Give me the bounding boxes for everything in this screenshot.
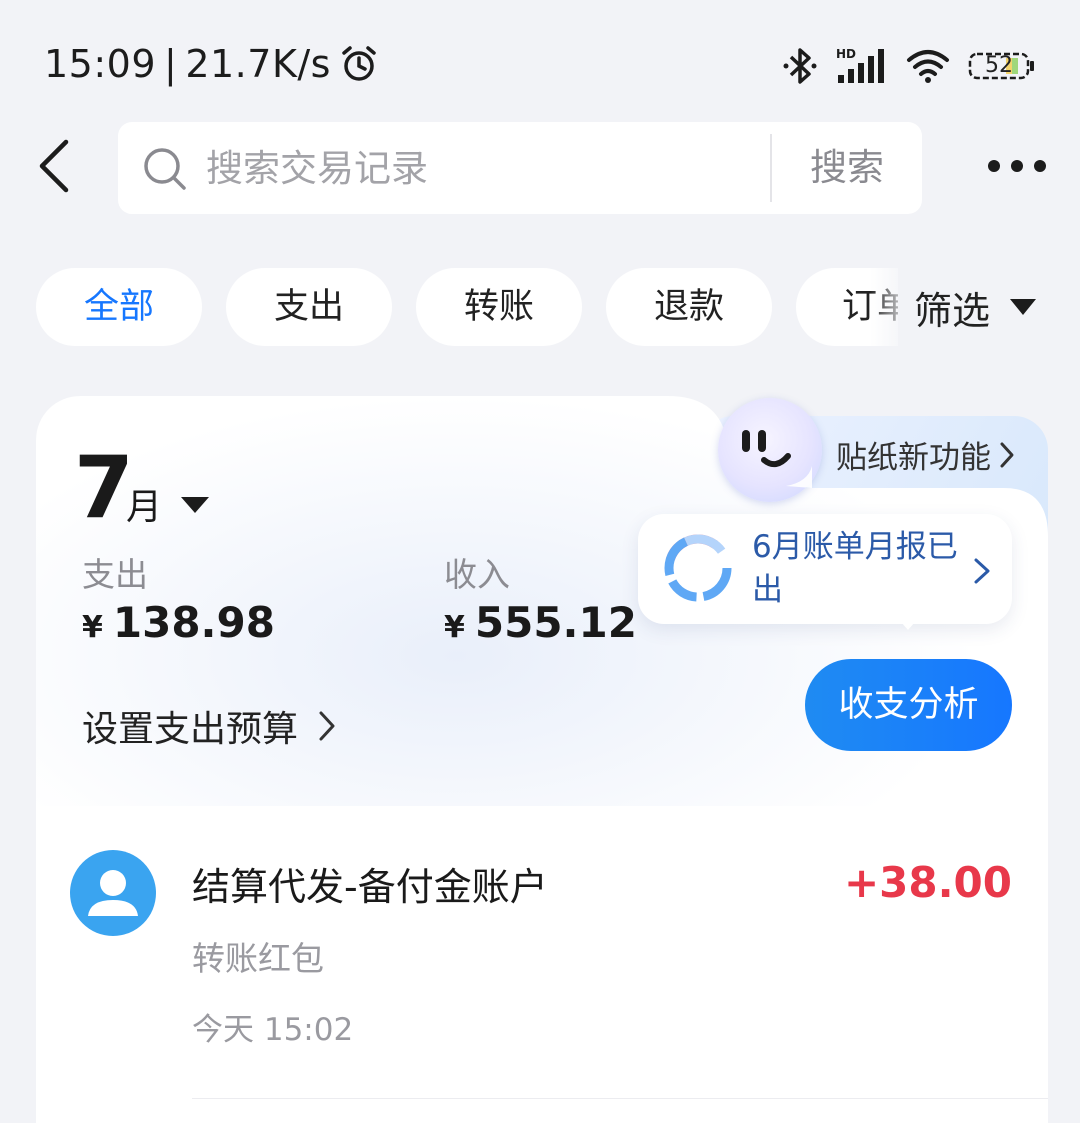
income-value: ¥555.12: [444, 598, 637, 647]
status-time: 15:09: [44, 42, 157, 86]
signal-icon: HD: [836, 47, 888, 85]
search-button[interactable]: 搜索: [772, 122, 922, 214]
transaction-subtitle: 转账红包: [192, 939, 324, 978]
status-separator: |: [164, 42, 178, 86]
search-bar: 搜索: [118, 122, 922, 214]
income-currency: ¥: [444, 610, 465, 645]
chevron-right-icon: [974, 558, 990, 584]
status-net-speed: 21.7K/s: [185, 42, 331, 86]
filter-chip-expense[interactable]: 支出: [226, 268, 392, 346]
sticker-feature-link[interactable]: 贴纸新功能: [836, 432, 1015, 477]
transaction-divider: [192, 1098, 1048, 1099]
income-amount: 555.12: [474, 598, 637, 647]
status-left: 15:09 | 21.7K/s: [44, 42, 379, 86]
back-button[interactable]: [30, 130, 86, 200]
battery-icon: 52: [968, 51, 1036, 81]
transaction-title[interactable]: 结算代发-备付金账户: [192, 856, 548, 911]
set-budget-link[interactable]: 设置支出预算: [82, 700, 336, 752]
transaction-amount[interactable]: +38.00: [844, 858, 1012, 907]
status-bar: 15:09 | 21.7K/s HD 52: [0, 0, 1080, 120]
more-dots-icon: [988, 160, 1046, 172]
svg-text:HD: HD: [836, 47, 856, 61]
month-unit[interactable]: 月: [126, 478, 162, 530]
search-input[interactable]: [206, 122, 846, 214]
status-right: HD 52: [782, 46, 1036, 86]
expense-currency: ¥: [82, 610, 103, 645]
more-options-button[interactable]: [982, 148, 1052, 184]
chevron-left-icon: [39, 139, 69, 193]
filter-chip-refund[interactable]: 退款: [606, 268, 772, 346]
set-budget-label: 设置支出预算: [82, 709, 299, 750]
income-label: 收入: [444, 555, 510, 594]
transaction-time: 今天 15:02: [192, 1012, 354, 1048]
chevron-right-icon: [1000, 442, 1014, 467]
report-bubble-tail: [894, 614, 922, 630]
month-dropdown-icon[interactable]: [178, 494, 212, 516]
sticker-feature-label: 贴纸新功能: [836, 440, 991, 476]
filter-chip-all[interactable]: 全部: [36, 268, 202, 346]
expense-label: 支出: [82, 555, 148, 594]
monthly-report-text: 6月账单月报已出: [752, 529, 958, 608]
filter-label: 筛选: [914, 288, 991, 333]
filter-chip-transfer[interactable]: 转账: [416, 268, 582, 346]
month-number[interactable]: 7: [74, 438, 134, 538]
chevron-right-icon: [319, 711, 335, 741]
battery-level: 52: [985, 53, 1013, 78]
search-icon: [142, 146, 188, 192]
alarm-icon: [339, 44, 379, 84]
income-expense-analysis-button[interactable]: 收支分析: [805, 659, 1012, 751]
filter-button[interactable]: 筛选: [898, 262, 1080, 352]
bluetooth-icon: [782, 46, 818, 86]
caret-down-icon: [1010, 299, 1037, 315]
expense-amount: 138.98: [112, 598, 275, 647]
sticker-mascot-icon[interactable]: [718, 398, 822, 502]
expense-value: ¥138.98: [82, 598, 275, 647]
transaction-list: [36, 806, 1048, 1123]
wifi-icon: [906, 48, 950, 84]
report-ring-icon: [664, 534, 732, 602]
user-avatar-icon: [70, 850, 156, 936]
